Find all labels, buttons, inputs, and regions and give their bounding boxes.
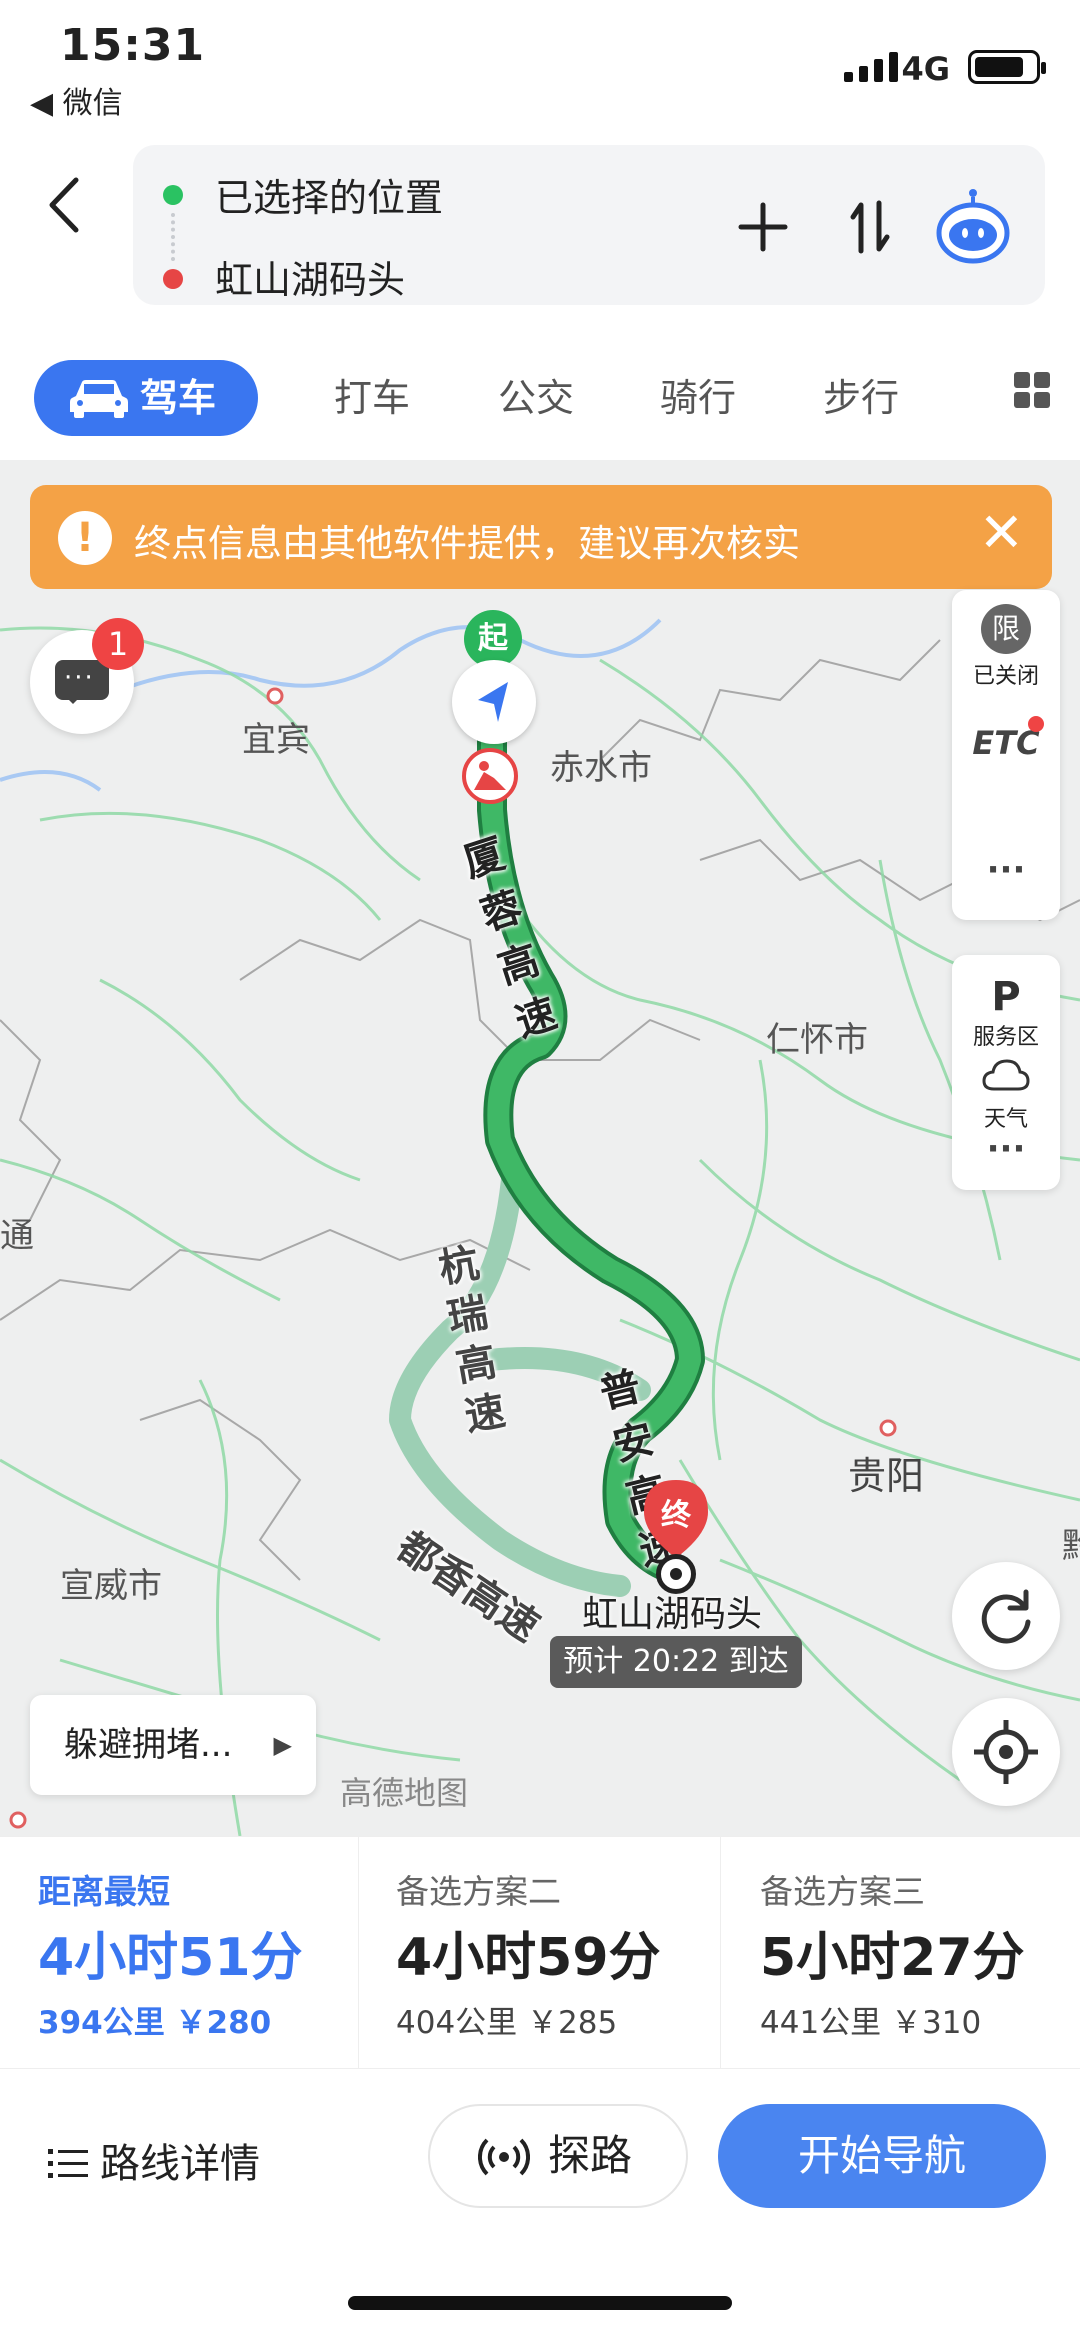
place-qian: 黔 — [1062, 1526, 1080, 1566]
warning-icon: ! — [58, 511, 112, 565]
tab-bike[interactable]: 骑行 — [660, 360, 736, 436]
status-bar: 15:31 ◀ 微信 4G — [0, 0, 1080, 130]
route-details-label: 路线详情 — [100, 2141, 260, 2187]
end-dot-icon — [163, 269, 183, 289]
route-plans: 距离最短 4小时51分 394公里 ￥280 备选方案二 4小时59分 404公… — [0, 1836, 1080, 2069]
more-tools-button[interactable]: ··· — [952, 850, 1060, 890]
start-location-field[interactable]: 已选择的位置 — [215, 167, 443, 222]
locate-button[interactable] — [952, 1698, 1060, 1806]
warning-message: 终点信息由其他软件提供，建议再次核实 — [134, 522, 800, 565]
service-area-label: 服务区 — [972, 1025, 1039, 1050]
start-dot-icon — [163, 185, 183, 205]
restriction-toggle[interactable]: 限 已关闭 — [952, 604, 1060, 690]
back-to-app-link[interactable]: ◀ 微信 — [30, 78, 123, 122]
explore-road-label: 探路 — [548, 2131, 633, 2180]
restriction-label: 已关闭 — [972, 664, 1039, 689]
service-area-icon: P — [991, 974, 1021, 1020]
messages-button[interactable]: ··· 1 — [30, 618, 144, 734]
tab-drive[interactable]: 驾车 — [34, 360, 258, 436]
avoid-congestion-button[interactable]: 躲避拥堵... ▶ — [30, 1695, 316, 1795]
explore-road-button[interactable]: 探路 — [428, 2104, 688, 2208]
refresh-button[interactable] — [952, 1562, 1060, 1670]
route-plan-3[interactable]: 备选方案三 5小时27分 441公里 ￥310 — [722, 1837, 1080, 2069]
restriction-icon: 限 — [981, 604, 1031, 654]
plan-duration: 5小时27分 — [760, 1928, 1025, 1988]
end-location-field[interactable]: 虹山湖码头 — [215, 249, 405, 304]
route-header: 已选择的位置 虹山湖码头 — [0, 130, 1080, 330]
cloud-icon — [982, 1059, 1030, 1091]
weather-button[interactable]: 天气 — [952, 1055, 1060, 1133]
map-watermark: 高德地图 — [340, 1774, 469, 1812]
route-connector — [171, 213, 175, 261]
plan-meta: 404公里 ￥285 — [396, 2005, 618, 2041]
start-navigation-button[interactable]: 开始导航 — [718, 2104, 1046, 2208]
plan-tag: 备选方案三 — [760, 1872, 925, 1911]
network-type: 4G — [901, 50, 950, 88]
avoid-congestion-label: 躲避拥堵... — [64, 1725, 233, 1765]
close-icon[interactable]: ✕ — [979, 503, 1024, 563]
end-marker[interactable]: 终 — [642, 1478, 710, 1560]
place-xuanwei: 宣威市 — [60, 1566, 162, 1606]
plan-duration: 4小时59分 — [396, 1928, 661, 1988]
route-input-box: 已选择的位置 虹山湖码头 — [133, 145, 1045, 305]
plan-tag: 备选方案二 — [396, 1872, 561, 1911]
current-location-icon — [452, 660, 536, 744]
play-arrow-icon: ▶ — [273, 1731, 292, 1759]
end-marker-label: 终 — [661, 1498, 691, 1533]
tab-bus[interactable]: 公交 — [498, 360, 574, 436]
broadcast-icon — [478, 2138, 530, 2176]
plan-tag: 距离最短 — [38, 1872, 170, 1911]
place-tong: 通 — [0, 1216, 34, 1256]
place-chishui: 赤水市 — [550, 748, 652, 788]
route-details-button[interactable]: 路线详情 — [48, 2129, 260, 2199]
plan-meta: 394公里 ￥280 — [38, 2005, 272, 2041]
place-yibin: 宜宾 — [242, 720, 310, 760]
more-modes-grid-icon[interactable] — [1014, 372, 1052, 410]
eta-badge: 预计 20:22 到达 — [550, 1636, 802, 1688]
map-tools-panel: 限 已关闭 ETC ··· — [952, 590, 1060, 920]
back-arrow-icon[interactable] — [40, 170, 90, 240]
status-time: 15:31 — [60, 20, 206, 71]
list-icon — [48, 2149, 88, 2178]
route-plan-2[interactable]: 备选方案二 4小时59分 404公里 ￥285 — [358, 1837, 718, 2069]
transport-tabs: 驾车 打车 公交 骑行 步行 — [0, 330, 1080, 460]
signal-icon — [844, 52, 898, 82]
tab-taxi[interactable]: 打车 — [334, 360, 410, 436]
car-icon — [70, 380, 128, 418]
refresh-icon — [981, 1589, 1031, 1644]
assistant-icon[interactable] — [933, 185, 1013, 265]
warning-banner: ! 终点信息由其他软件提供，建议再次核实 ✕ — [30, 485, 1052, 589]
tab-drive-label: 驾车 — [140, 376, 217, 420]
map-layers-panel: P 服务区 天气 ··· — [952, 955, 1060, 1190]
plan-duration: 4小时51分 — [38, 1928, 303, 1988]
plan-divider — [720, 1837, 721, 2069]
roadwork-icon[interactable] — [462, 748, 518, 804]
plan-meta: 441公里 ￥310 — [760, 2005, 982, 2041]
place-renhuai: 仁怀市 — [766, 1020, 868, 1060]
place-guiyang: 贵阳 — [848, 1454, 925, 1498]
message-count-badge: 1 — [92, 618, 144, 670]
swap-icon[interactable] — [839, 195, 903, 259]
add-icon[interactable] — [731, 195, 795, 259]
more-layers-button[interactable]: ··· — [952, 1129, 1060, 1169]
map-view[interactable]: 宜宾 赤水市 仁怀市 贵阳 宣威市 通 黔 厦蓉高速 普安高速 杭瑞高速 都香高… — [0, 460, 1080, 1836]
locate-icon — [974, 1720, 1038, 1784]
battery-icon — [968, 50, 1046, 84]
etc-button[interactable]: ETC — [952, 724, 1060, 762]
home-indicator — [348, 2296, 732, 2310]
etc-dot-badge — [1028, 716, 1044, 732]
destination-label: 虹山湖码头 — [582, 1594, 763, 1635]
tab-walk[interactable]: 步行 — [823, 360, 899, 436]
service-area-button[interactable]: P 服务区 — [952, 975, 1060, 1051]
route-plan-1[interactable]: 距离最短 4小时51分 394公里 ￥280 — [0, 1837, 360, 2069]
